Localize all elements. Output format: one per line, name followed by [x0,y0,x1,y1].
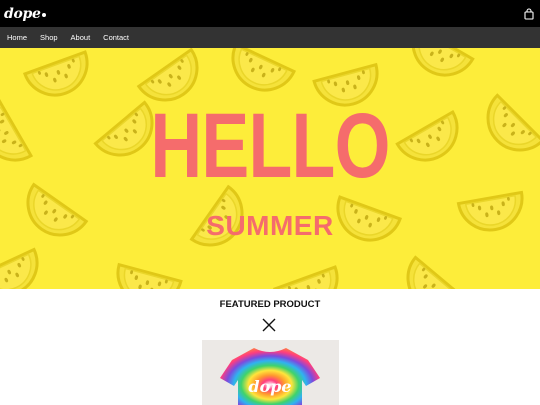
hero-subtitle: SUMMER [206,210,334,241]
shopping-bag-icon[interactable] [524,7,534,20]
close-icon[interactable] [262,318,276,332]
featured-heading: FEATURED PRODUCT [219,299,321,310]
tie-dye-tshirt-image: dope [220,348,320,405]
nav-contact[interactable]: Contact [103,33,129,42]
logo[interactable]: dope [4,6,46,22]
nav-shop[interactable]: Shop [40,33,58,42]
hero-banner: HELLO SUMMER [0,48,540,289]
hero-title: HELLO [150,95,390,197]
logo-text: dope [4,5,41,22]
product-image-logo: dope [248,377,291,396]
main-nav: Home Shop About Contact [0,27,540,48]
top-bar: dope [0,0,540,27]
logo-dot [41,12,46,17]
nav-home[interactable]: Home [7,33,27,42]
featured-product-section: FEATURED PRODUCT dope [0,289,540,405]
nav-about[interactable]: About [71,33,91,42]
product-image[interactable]: dope [202,340,339,405]
